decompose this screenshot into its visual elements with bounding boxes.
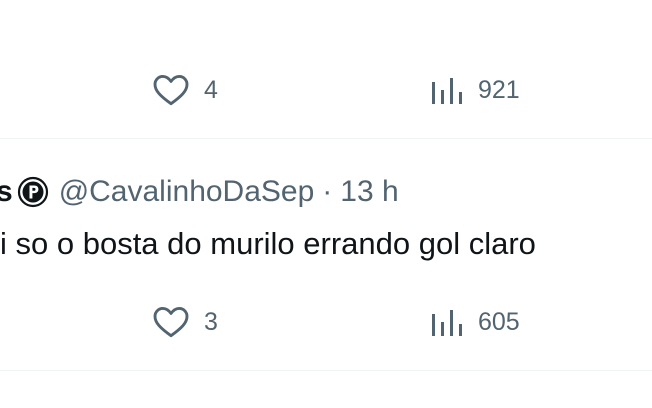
tweet-divider <box>0 370 652 371</box>
tweet-header: s @CavalinhoDaSep · 13 h <box>0 172 399 212</box>
views-button[interactable]: 921 <box>430 74 520 106</box>
circled-p-badge-icon <box>17 176 48 208</box>
views-button[interactable]: 605 <box>430 306 520 338</box>
like-count: 3 <box>204 308 218 336</box>
views-count: 921 <box>478 76 520 104</box>
like-button[interactable]: 3 <box>152 306 218 338</box>
header-separator: · <box>322 175 333 208</box>
like-count: 4 <box>204 76 218 104</box>
heart-icon <box>153 74 189 106</box>
heart-icon <box>153 306 189 338</box>
tweet-text: i so o bosta do murilo errando gol claro <box>0 226 536 261</box>
tweet-divider <box>0 138 652 139</box>
views-bar-chart-icon <box>432 78 462 104</box>
views-bar-chart-icon <box>432 310 462 336</box>
tweet-thread: 4 921 s @CavalinhoDaSep · 13 h i so o bo… <box>0 0 652 408</box>
tweet-timestamp[interactable]: 13 h <box>340 175 398 209</box>
user-handle[interactable]: @CavalinhoDaSep <box>59 175 315 209</box>
views-count: 605 <box>478 308 520 336</box>
like-button[interactable]: 4 <box>152 74 218 106</box>
display-name[interactable]: s <box>0 175 13 209</box>
